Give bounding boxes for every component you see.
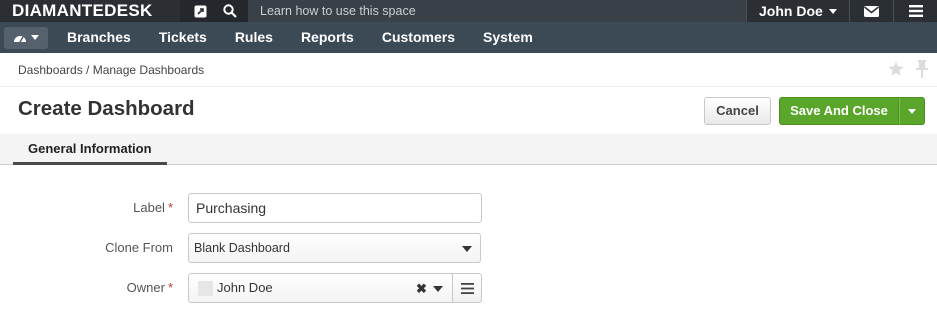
nav-item-tickets[interactable]: Tickets: [145, 22, 221, 53]
breadcrumb-row: Dashboards / Manage Dashboards: [0, 53, 937, 87]
tab-general-information[interactable]: General Information: [13, 134, 167, 165]
app-logo[interactable]: DIAMANTEDESK: [0, 0, 180, 22]
label-field-label-text: Label: [133, 200, 165, 215]
clone-from-label: Clone From: [105, 240, 173, 255]
nav-item-system[interactable]: System: [469, 22, 547, 53]
form-row-label: Label *: [0, 193, 937, 223]
clone-from-select[interactable]: Blank Dashboard: [188, 233, 481, 263]
chevron-down-icon: [908, 108, 916, 114]
chevron-down-icon: [462, 246, 472, 252]
page-tools: [887, 60, 929, 78]
form-row-owner: Owner * John Doe ✖: [0, 273, 937, 303]
required-marker: *: [167, 280, 173, 295]
save-options-dropdown[interactable]: [899, 97, 925, 125]
chevron-down-icon: [31, 35, 39, 40]
mail-icon: [864, 5, 879, 17]
owner-label: Owner *: [127, 280, 173, 295]
nav-item-branches[interactable]: Branches: [53, 22, 145, 53]
dashboard-icon: [14, 35, 26, 42]
avatar: [198, 281, 213, 296]
list-icon: [460, 282, 474, 294]
pin-icon[interactable]: [915, 60, 929, 78]
section-tabs: General Information: [0, 134, 937, 165]
star-icon[interactable]: [887, 60, 905, 78]
cancel-button[interactable]: Cancel: [704, 97, 771, 125]
save-and-close-button[interactable]: Save And Close: [779, 97, 899, 125]
learn-link[interactable]: Learn how to use this space: [248, 0, 746, 22]
owner-value: John Doe: [217, 280, 273, 295]
clear-icon[interactable]: ✖: [416, 281, 427, 297]
external-link-icon[interactable]: [192, 3, 208, 19]
clone-from-value: Blank Dashboard: [194, 241, 290, 255]
nav-item-rules[interactable]: Rules: [221, 22, 287, 53]
owner-list-button[interactable]: [452, 273, 482, 303]
user-menu[interactable]: John Doe: [747, 0, 849, 22]
label-field-label: Label *: [133, 200, 173, 215]
main-menu-button[interactable]: [894, 0, 937, 22]
breadcrumb[interactable]: Dashboards / Manage Dashboards: [18, 63, 204, 77]
owner-select[interactable]: John Doe ✖: [188, 273, 453, 303]
chevron-down-icon[interactable]: [433, 286, 443, 292]
topbar-icon-group: [180, 0, 248, 22]
menu-icon: [908, 5, 923, 17]
nav-item-reports[interactable]: Reports: [287, 22, 368, 53]
main-nav: Branches Tickets Rules Reports Customers…: [0, 22, 937, 53]
user-name: John Doe: [759, 3, 823, 19]
page-header: Create Dashboard Cancel Save And Close: [0, 88, 937, 134]
chevron-down-icon: [828, 8, 837, 14]
page-title: Create Dashboard: [18, 97, 195, 120]
top-bar: DIAMANTEDESK Learn how to use this space…: [0, 0, 937, 22]
required-marker: *: [167, 200, 173, 215]
nav-item-customers[interactable]: Customers: [368, 22, 469, 53]
search-icon[interactable]: [222, 3, 238, 19]
mail-button[interactable]: [850, 0, 893, 22]
dashboard-switcher[interactable]: [4, 26, 48, 49]
owner-label-text: Owner: [126, 280, 165, 295]
label-input[interactable]: [188, 193, 482, 223]
form-row-clone-from: Clone From Blank Dashboard: [0, 233, 937, 263]
